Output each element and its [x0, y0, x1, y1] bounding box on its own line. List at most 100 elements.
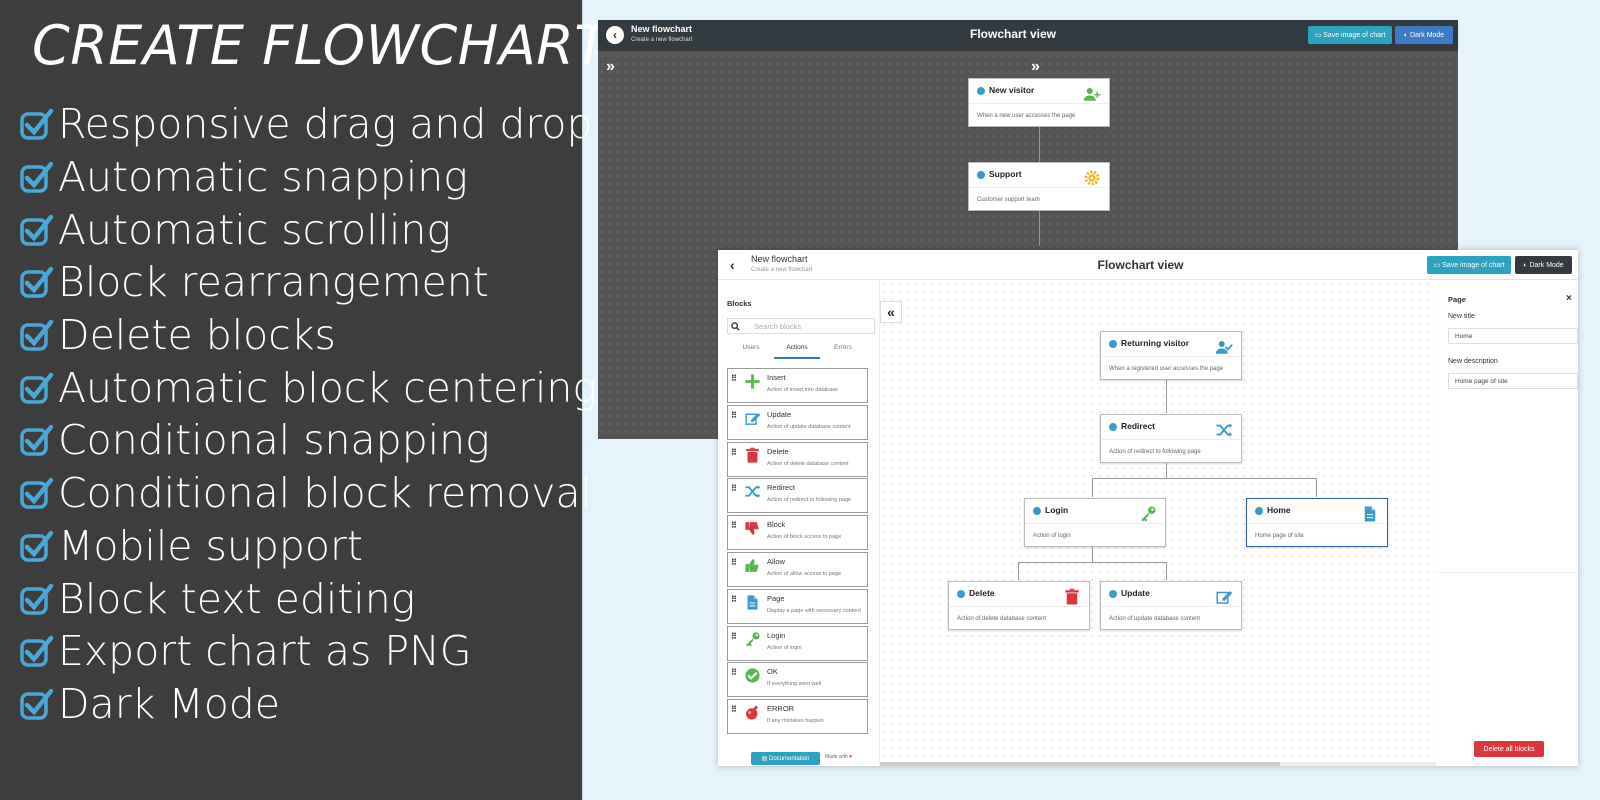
flow-block[interactable]: Update Action of update database content [1100, 581, 1242, 630]
search-icon [731, 322, 740, 331]
book-icon: ▤ [761, 756, 769, 762]
connector [1092, 478, 1093, 497]
block-title: Login [1045, 505, 1069, 515]
scrollbar-thumb[interactable] [880, 762, 1280, 766]
flow-block[interactable]: Login Action of login [1024, 498, 1166, 547]
drag-handle-icon[interactable]: ⠿ [731, 632, 737, 641]
block-title: New visitor [989, 85, 1035, 95]
bomb-icon [746, 705, 759, 720]
connector [1166, 562, 1167, 580]
gear-icon [1084, 170, 1100, 186]
flow-block[interactable]: New visitor When a new user accesses the… [968, 78, 1110, 127]
delete-all-blocks-button[interactable]: Delete all blocks [1474, 741, 1544, 757]
feature-text: Delete blocks [58, 311, 336, 360]
collapse-sidebar-icon[interactable]: « [880, 301, 902, 323]
drag-handle-icon[interactable]: ⠿ [731, 411, 737, 420]
search-input[interactable]: Search blocks [727, 318, 875, 334]
feature-item: Block rearrangement [18, 256, 597, 309]
block-list-title: OK [767, 667, 778, 677]
block-desc: Customer support team [977, 197, 1040, 203]
properties-heading: Page [1448, 295, 1466, 304]
block-list-item[interactable]: ⠿ ERROR If any mistakes happen [727, 699, 868, 735]
image-icon: ▭ [1314, 32, 1324, 39]
blocks-sidebar: Blocks Search blocks Users Actions Error… [718, 280, 880, 766]
block-desc: Action of delete database content [957, 616, 1047, 622]
description-input[interactable]: Home page of site [1448, 373, 1578, 389]
dark-save-image-button[interactable]: ▭ Save image of chart [1308, 26, 1392, 44]
block-title: Home [1267, 505, 1291, 515]
expand-icon[interactable]: » [1031, 58, 1040, 76]
light-header: ‹ New flowchart Create a new flowchart F… [718, 250, 1578, 280]
thumbs-up-icon [745, 559, 759, 572]
dark-mode-button[interactable]: ◐ Dark Mode [1395, 26, 1453, 44]
block-desc: Action of login [1033, 533, 1071, 539]
block-list-title: Redirect [767, 483, 795, 493]
flow-block[interactable]: Home Home page of site [1246, 498, 1388, 547]
block-list-item[interactable]: ⠿ Insert Action of insert into database [727, 368, 868, 403]
feature-text: Block rearrangement [58, 258, 489, 307]
block-list-desc: Action of update database content [767, 423, 851, 430]
tab-actions[interactable]: Actions [774, 344, 820, 359]
block-list-title: ERROR [767, 704, 795, 714]
tab-errors[interactable]: Errors [820, 344, 866, 351]
drag-handle-icon[interactable]: ⠿ [731, 595, 737, 604]
flow-block[interactable]: Redirect Action of redirect to following … [1100, 414, 1242, 463]
flowchart-canvas[interactable]: Returning visitor When a registered user … [880, 280, 1436, 760]
light-mode-window: ‹ New flowchart Create a new flowchart F… [718, 250, 1578, 766]
feature-text: Dark Mode [58, 679, 281, 728]
heart-icon: ♥ [849, 754, 853, 760]
feature-item: Automatic scrolling [18, 203, 597, 256]
info-icon [977, 171, 985, 179]
horizontal-scrollbar[interactable] [880, 762, 1436, 766]
drag-handle-icon[interactable]: ⠿ [731, 521, 737, 530]
flow-block[interactable]: Delete Action of delete database content [948, 581, 1090, 630]
flow-block[interactable]: Returning visitor When a registered user … [1100, 331, 1242, 380]
block-list-desc: Display a page with necessary content [767, 607, 861, 614]
block-title: Returning visitor [1121, 338, 1190, 348]
connector [1039, 127, 1040, 162]
block-list-title: Delete [767, 446, 789, 456]
block-list-item[interactable]: ⠿ Block Action of block access to page [727, 515, 868, 551]
connector [1166, 462, 1167, 478]
trash-icon [1065, 588, 1079, 605]
block-list-item[interactable]: ⠿ Update Action of update database content [727, 404, 868, 440]
tab-users[interactable]: Users [728, 344, 774, 351]
drag-handle-icon[interactable]: ⠿ [731, 558, 737, 567]
block-list-title: Block [767, 520, 786, 530]
drag-handle-icon[interactable]: ⠿ [731, 374, 737, 383]
block-list-desc: Action of login [767, 644, 802, 651]
block-list-item[interactable]: ⠿ Page Display a page with necessary conte… [727, 588, 868, 624]
flow-block[interactable]: Support Customer support team [968, 162, 1110, 211]
block-title: Delete [969, 588, 995, 598]
light-dark-mode-button[interactable]: ◐ Dark Mode [1515, 256, 1572, 274]
connector [1018, 562, 1019, 580]
block-list-item[interactable]: ⠿ Delete Action of delete database content [727, 441, 868, 477]
feature-item: Block text editing [18, 572, 597, 625]
close-icon[interactable]: × [1566, 293, 1572, 304]
documentation-button[interactable]: ▤ Documentation [751, 752, 820, 765]
checkbox-check-icon [20, 161, 54, 193]
feature-item: Export chart as PNG [18, 625, 597, 678]
block-list-item[interactable]: ⠿ Redirect Action of redirect to following… [727, 478, 868, 514]
block-title: Update [1121, 588, 1150, 598]
block-list-item[interactable]: ⠿ Allow Action of allow access to page [727, 552, 868, 587]
block-desc: Home page of site [1255, 533, 1304, 539]
drag-handle-icon[interactable]: ⠿ [731, 448, 737, 457]
drag-handle-icon[interactable]: ⠿ [731, 484, 737, 493]
info-icon [977, 87, 985, 95]
drag-handle-icon[interactable]: ⠿ [731, 705, 737, 714]
made-with-text: Made with ♥ [825, 754, 853, 760]
block-desc: Action of redirect to following page [1109, 449, 1201, 455]
block-list-item[interactable]: ⠿ Login Action of login [727, 625, 868, 661]
title-input[interactable]: Home [1448, 328, 1578, 344]
feature-text: Automatic block centering [58, 363, 598, 412]
light-save-image-button[interactable]: ▭ Save image of chart [1427, 256, 1511, 274]
block-list-title: Allow [767, 557, 785, 566]
expand-sidebar-icon[interactable]: » [606, 58, 615, 76]
drag-handle-icon[interactable]: ⠿ [731, 668, 737, 677]
block-list-item[interactable]: ⠿ OK If everything went well [727, 662, 868, 698]
info-icon [1109, 423, 1117, 431]
file-icon [1364, 506, 1376, 522]
checkbox-check-icon [20, 372, 54, 404]
block-desc: When a registered user accesses the page [1109, 366, 1224, 372]
